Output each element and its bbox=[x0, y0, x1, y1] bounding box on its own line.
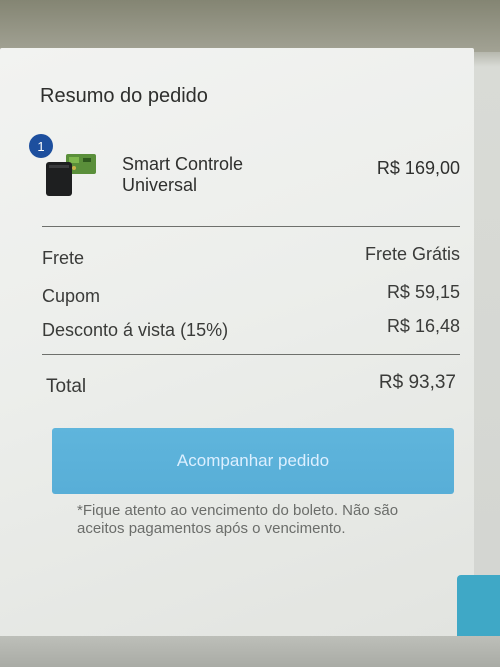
total-value: R$ 93,37 bbox=[378, 372, 456, 393]
product-name: Smart Controle Universal bbox=[122, 154, 244, 195]
chat-widget-button[interactable] bbox=[457, 575, 500, 641]
shipping-label: Frete bbox=[42, 248, 85, 268]
boleto-notice: *Fique atento ao vencimento do boleto. N… bbox=[77, 502, 399, 537]
bottom-bar bbox=[0, 636, 500, 667]
total-label: Total bbox=[46, 376, 87, 397]
divider bbox=[42, 226, 460, 227]
product-price: R$ 169,00 bbox=[376, 158, 460, 178]
coupon-value: R$ 59,15 bbox=[386, 282, 460, 302]
smart-remote-device-icon bbox=[44, 150, 100, 198]
order-summary-card bbox=[0, 48, 474, 638]
track-order-button[interactable]: Acompanhar pedido bbox=[52, 428, 454, 494]
browser-top-bar bbox=[0, 0, 500, 52]
shipping-value: Frete Grátis bbox=[364, 244, 460, 264]
cash-discount-label: Desconto á vista (15%) bbox=[42, 320, 229, 340]
order-summary-title: Resumo do pedido bbox=[40, 85, 208, 107]
divider bbox=[42, 354, 460, 355]
cash-discount-value: R$ 16,48 bbox=[386, 316, 460, 336]
coupon-label: Cupom bbox=[42, 286, 101, 306]
